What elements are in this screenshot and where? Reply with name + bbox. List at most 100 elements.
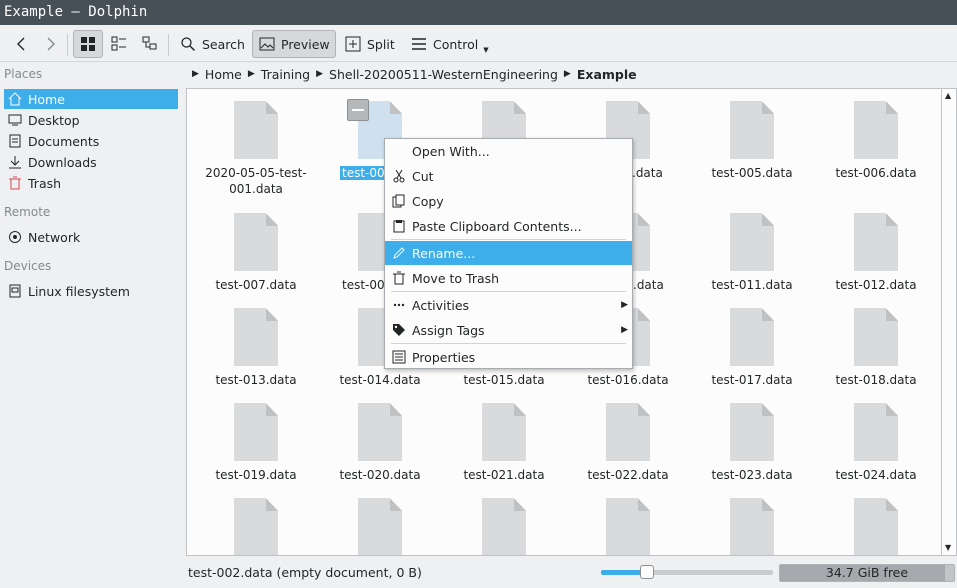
free-space-indicator[interactable]: 34.7 GiB free <box>779 564 955 582</box>
zoom-slider-handle[interactable] <box>640 565 655 579</box>
hamburger-menu-icon <box>410 35 428 53</box>
document-icon <box>234 101 278 159</box>
file-item[interactable] <box>318 498 442 555</box>
file-name: test-011.data <box>711 278 793 292</box>
menu-item-copy[interactable]: Copy <box>385 189 632 213</box>
details-view-button[interactable] <box>135 30 165 58</box>
document-icon <box>730 498 774 555</box>
chevron-left-icon <box>12 35 30 53</box>
sidebar-item-label: Documents <box>28 133 100 149</box>
zoom-slider[interactable] <box>601 565 773 579</box>
breadcrumb-arrow-icon: ▶ <box>563 69 571 79</box>
file-item[interactable]: test-023.data <box>690 403 814 503</box>
compact-view-button[interactable] <box>104 30 134 58</box>
file-name: test-019.data <box>215 468 297 482</box>
copy-icon <box>391 193 407 209</box>
file-item[interactable]: test-017.data <box>690 308 814 408</box>
devices-header: Devices <box>4 259 52 273</box>
details-view-icon <box>141 35 159 53</box>
document-icon <box>854 213 898 271</box>
chevron-right-icon <box>42 35 60 53</box>
file-item[interactable]: test-007.data <box>194 213 318 313</box>
menu-separator <box>391 343 626 344</box>
file-item[interactable]: test-005.data <box>690 101 814 201</box>
document-icon <box>358 403 402 461</box>
sidebar-item-desktop[interactable]: Desktop <box>4 110 178 130</box>
search-label: Search <box>202 36 245 52</box>
breadcrumb-arrow-icon: ▶ <box>247 69 255 79</box>
file-name: test-023.data <box>711 468 793 482</box>
menu-separator <box>391 291 626 292</box>
file-item[interactable] <box>690 498 814 555</box>
file-item[interactable]: test-011.data <box>690 213 814 313</box>
control-label: Control <box>433 36 479 52</box>
document-icon <box>234 308 278 366</box>
control-menu-button[interactable]: Control ▼ <box>404 30 495 58</box>
sidebar-item-documents[interactable]: Documents <box>4 131 178 151</box>
breadcrumb-item-shell[interactable]: Shell-20200511-WesternEngineering <box>329 67 558 82</box>
file-name: test-015.data <box>463 373 545 387</box>
menu-item-properties[interactable]: Properties <box>385 345 632 369</box>
document-icon <box>358 498 402 555</box>
file-name: test-020.data <box>339 468 421 482</box>
sidebar-item-label: Downloads <box>28 154 97 170</box>
document-icon <box>234 213 278 271</box>
sidebar-item-network[interactable]: Network <box>4 227 178 247</box>
toolbar-separator <box>168 34 169 56</box>
preview-toggle-button[interactable]: Preview <box>252 30 336 58</box>
file-item[interactable] <box>194 498 318 555</box>
remote-header: Remote <box>4 205 51 219</box>
file-item[interactable] <box>442 498 566 555</box>
file-item[interactable]: test-013.data <box>194 308 318 408</box>
breadcrumb: ▶ Home ▶ Training ▶ Shell-20200511-Weste… <box>186 62 957 86</box>
sidebar-item-downloads[interactable]: Downloads <box>4 152 178 172</box>
file-item[interactable] <box>566 498 690 555</box>
sidebar-item-linux-filesystem[interactable]: Linux filesystem <box>4 281 178 301</box>
trash-icon <box>391 270 407 286</box>
icons-view-button[interactable] <box>73 30 103 58</box>
menu-item-cut[interactable]: Cut <box>385 164 632 188</box>
file-item[interactable]: 2020-05-05-test- 001.data <box>194 101 318 201</box>
scroll-down-icon[interactable]: ▼ <box>945 543 951 552</box>
file-name: test-013.data <box>215 373 297 387</box>
properties-icon <box>391 349 407 365</box>
file-item[interactable]: test-020.data <box>318 403 442 503</box>
document-icon <box>730 308 774 366</box>
document-icon <box>730 403 774 461</box>
file-item[interactable]: test-006.data <box>814 101 938 201</box>
breadcrumb-item-home[interactable]: Home <box>205 67 242 82</box>
back-button[interactable] <box>6 30 36 58</box>
submenu-arrow-icon: ▶ <box>621 300 628 310</box>
menu-item-move-to-trash[interactable]: Move to Trash <box>385 266 632 290</box>
menu-item-activities[interactable]: Activities ▶ <box>385 293 632 317</box>
file-item[interactable]: test-018.data <box>814 308 938 408</box>
forward-button[interactable] <box>36 30 66 58</box>
menu-item-assign-tags[interactable]: Assign Tags ▶ <box>385 318 632 342</box>
search-button[interactable]: Search <box>173 30 251 58</box>
places-header: Places <box>4 67 43 81</box>
file-name: test-012.data <box>835 278 917 292</box>
sidebar-item-trash[interactable]: Trash <box>4 173 178 193</box>
file-item[interactable]: test-019.data <box>194 403 318 503</box>
file-item[interactable]: test-024.data <box>814 403 938 503</box>
breadcrumb-item-training[interactable]: Training <box>261 67 310 82</box>
file-name: test-006.data <box>835 166 917 180</box>
scroll-up-icon[interactable]: ▲ <box>945 91 951 100</box>
vertical-scrollbar[interactable]: ▲ ▼ <box>942 88 957 556</box>
document-icon <box>854 498 898 555</box>
sidebar-item-label: Network <box>28 229 81 245</box>
menu-item-paste[interactable]: Paste Clipboard Contents... <box>385 214 632 238</box>
selection-toggle-button[interactable] <box>347 99 369 121</box>
split-button[interactable]: Split <box>338 30 401 58</box>
context-menu: Open With... Cut Copy Paste Clipboard Co… <box>384 138 633 369</box>
toolbar: Search Preview Split Control ▼ <box>0 25 957 62</box>
file-item[interactable]: test-021.data <box>442 403 566 503</box>
breadcrumb-item-current[interactable]: Example <box>577 67 637 82</box>
document-icon <box>482 403 526 461</box>
file-item[interactable]: test-022.data <box>566 403 690 503</box>
file-item[interactable] <box>814 498 938 555</box>
sidebar-item-home[interactable]: Home <box>4 89 178 109</box>
file-item[interactable]: test-012.data <box>814 213 938 313</box>
menu-item-rename[interactable]: Rename... <box>385 241 632 265</box>
menu-item-open-with[interactable]: Open With... <box>385 139 632 163</box>
